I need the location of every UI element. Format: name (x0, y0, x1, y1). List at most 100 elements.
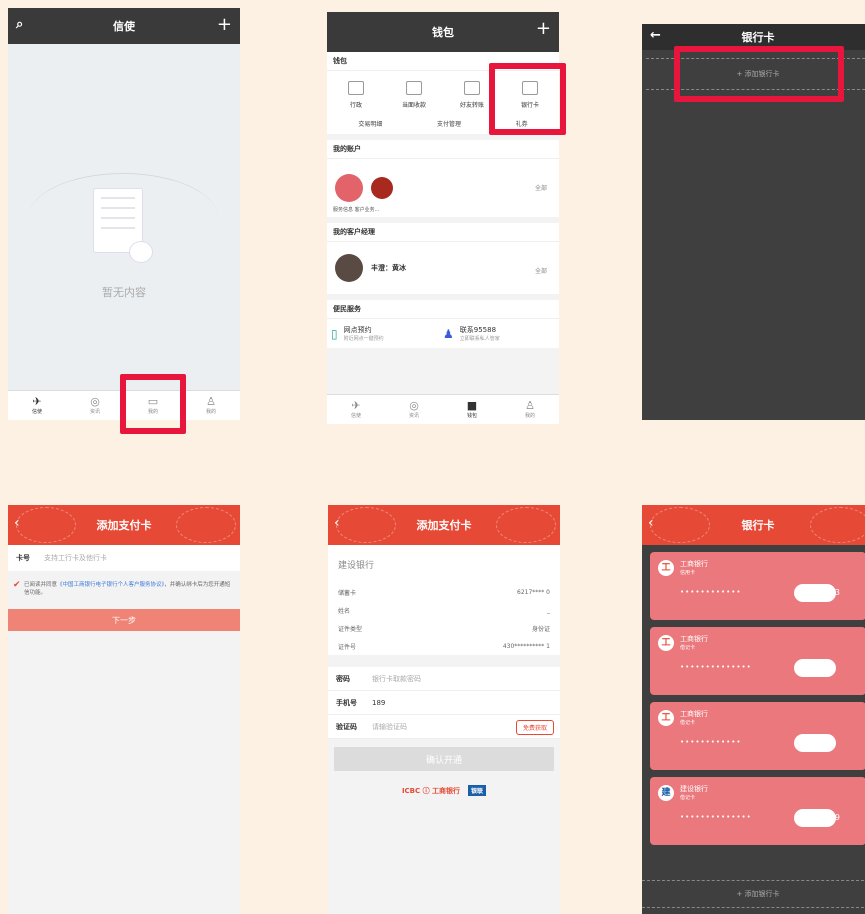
decorative-pattern (336, 507, 396, 543)
more-link[interactable]: 全部 (535, 266, 547, 275)
section-title: 我的客户经理 (327, 223, 559, 242)
send-icon: ✈ (351, 399, 361, 412)
next-button[interactable]: 下一步 (8, 609, 240, 631)
decorative-pattern (810, 507, 865, 543)
card-number-input[interactable]: 支持工行卡及他行卡 (44, 553, 107, 563)
verify-form: 密码 银行卡取款密码 手机号 189 验证码 请输验证码 免费获取 (328, 667, 560, 739)
link-transactions[interactable]: 交易明细 (358, 119, 382, 128)
tab-me[interactable]: ♙ 我的 (182, 391, 240, 420)
icbc-logo: ICBC ⓘ 工商银行 (401, 786, 461, 795)
service-branch-booking[interactable]: ▯ 网点预约 附近网点一键预约 (331, 325, 443, 342)
wallet-icon: ■ (466, 399, 478, 412)
tab-bar: ✈ 信使 ◎ 资讯 ■ 钱包 ♙ 我的 (327, 394, 559, 424)
get-code-button[interactable]: 免费获取 (515, 720, 554, 735)
back-arrow-icon[interactable]: ← (650, 28, 661, 43)
top-bar: ‹ 添加支付卡 (328, 505, 560, 545)
add-icon[interactable]: + (217, 14, 232, 35)
phone-icon: ▯ (331, 326, 338, 341)
back-icon[interactable]: ‹ (14, 515, 20, 531)
bank-logo-icon: 建 (658, 785, 674, 801)
top-bar: ‹ 添加支付卡 (8, 505, 240, 545)
bank-logos: ICBC ⓘ 工商银行 银联 (328, 785, 560, 796)
manager-name: 丰澄：黄冰 (371, 264, 406, 272)
card-number: •••••••••••••• (680, 663, 752, 671)
add-bank-card-button[interactable]: + 添加银行卡 (642, 880, 865, 908)
tab-messenger[interactable]: ✈ 信使 (8, 391, 66, 420)
screen-add-card-step1: ‹ 添加支付卡 卡号 支持工行卡及他行卡 ✔ 已阅读并同意《中国工商银行电子银行… (8, 505, 240, 914)
account-avatar (371, 177, 393, 199)
service-row: ▯ 网点预约 附近网点一键预约 ♟ 联系95588 立即联系私人管家 (327, 319, 559, 348)
tab-news[interactable]: ◎ 资讯 (385, 395, 443, 424)
bank-name: 建设银行 (328, 545, 560, 583)
transfer-icon (348, 81, 364, 95)
info-row: 姓名 _ (328, 601, 560, 619)
screen-messages: ⌕ 信使 + 暂无内容 ✈ 信使 ◎ 资讯 ▭ 我的 ♙ 我的 (8, 8, 240, 420)
person-icon: ♟ (443, 326, 454, 341)
password-input[interactable]: 银行卡取款密码 (372, 674, 421, 684)
top-bar: 钱包 + (327, 12, 559, 52)
account-avatar (335, 174, 363, 202)
bank-card[interactable]: 建 建设银行 借记卡 •••••••••••••• 9 (650, 777, 865, 845)
redaction (794, 659, 836, 677)
unionpay-logo: 银联 (468, 785, 487, 796)
link-payment-management[interactable]: 支付管理 (437, 119, 461, 128)
checkmark-icon[interactable]: ✔ (13, 581, 21, 590)
info-row: 证件号 430********** 1 (328, 637, 560, 655)
bank-card[interactable]: 工 工商银行 信用卡 •••••••••••• 3 (650, 552, 865, 620)
page-title: 银行卡 (741, 519, 775, 532)
tab-news[interactable]: ◎ 资讯 (66, 391, 124, 420)
agreement-link[interactable]: 《中国工商银行电子银行个人客户服务协议》 (57, 582, 164, 588)
back-icon[interactable]: ‹ (648, 515, 654, 531)
phone-field[interactable]: 手机号 189 (328, 691, 560, 715)
receive-icon (406, 81, 422, 95)
section-title: 便民服务 (327, 300, 559, 319)
decorative-pattern (496, 507, 556, 543)
bank-logo-icon: 工 (658, 635, 674, 651)
highlight-bank-card (489, 63, 566, 135)
bank-logo-icon: 工 (658, 710, 674, 726)
tab-wallet[interactable]: ■ 钱包 (443, 395, 501, 424)
redaction (794, 809, 836, 827)
chat-bubble-icon (129, 241, 153, 263)
redaction (794, 734, 836, 752)
empty-state-text: 暂无内容 (102, 286, 146, 299)
compass-icon: ◎ (409, 399, 419, 412)
account-row[interactable]: 服务信息 客户业务... 全部 (327, 159, 559, 217)
card-number-field[interactable]: 卡号 支持工行卡及他行卡 (8, 545, 240, 571)
code-input[interactable]: 请输验证码 (372, 722, 407, 732)
service-contact-95588[interactable]: ♟ 联系95588 立即联系私人管家 (443, 325, 555, 342)
back-icon[interactable]: ‹ (334, 515, 340, 531)
grid-item-receive[interactable]: 当面收款 (385, 71, 443, 115)
page-title: 钱包 (432, 26, 454, 39)
confirm-button[interactable]: 确认开通 (334, 747, 554, 771)
grid-item-transfer[interactable]: 行政 (327, 71, 385, 115)
decorative-pattern (16, 507, 76, 543)
info-row: 证件类型 身份证 (328, 619, 560, 637)
search-icon[interactable]: ⌕ (16, 17, 23, 32)
tab-me[interactable]: ♙ 我的 (501, 395, 559, 424)
code-field[interactable]: 验证码 请输验证码 免费获取 (328, 715, 560, 739)
service-section: 便民服务 ▯ 网点预约 附近网点一键预约 ♟ 联系95588 立即联系私人管家 (327, 300, 559, 348)
card-number: •••••••••••••• (680, 813, 752, 821)
screen-add-card-step2: ‹ 添加支付卡 建设银行 储蓄卡 6217**** 0 姓名 _ 证件类型 身份证 证… (328, 505, 560, 914)
person-icon: ♙ (206, 395, 216, 408)
section-title: 我的账户 (327, 140, 559, 159)
highlight-add-card (674, 46, 844, 102)
person-icon: ♙ (525, 399, 535, 412)
manager-row[interactable]: 丰澄：黄冰 全部 (327, 242, 559, 294)
top-bar: ⌕ 信使 + (8, 8, 240, 44)
tab-messenger[interactable]: ✈ 信使 (327, 395, 385, 424)
add-icon[interactable]: + (536, 18, 551, 39)
decorative-pattern (650, 507, 710, 543)
page-title: 银行卡 (741, 31, 775, 44)
account-section: 我的账户 服务信息 客户业务... 全部 (327, 140, 559, 217)
phone-input[interactable]: 189 (372, 699, 385, 707)
more-link[interactable]: 全部 (535, 183, 547, 192)
bank-card[interactable]: 工 工商银行 借记卡 •••••••••••• (650, 702, 865, 770)
bank-logo-icon: 工 (658, 560, 674, 576)
password-field[interactable]: 密码 银行卡取款密码 (328, 667, 560, 691)
card-number: •••••••••••• (680, 588, 742, 596)
screen-bank-cards-list: ‹ 银行卡 工 工商银行 信用卡 •••••••••••• 3 工 工商银行 借… (642, 505, 865, 914)
info-row: 储蓄卡 6217**** 0 (328, 583, 560, 601)
bank-card[interactable]: 工 工商银行 借记卡 •••••••••••••• (650, 627, 865, 695)
